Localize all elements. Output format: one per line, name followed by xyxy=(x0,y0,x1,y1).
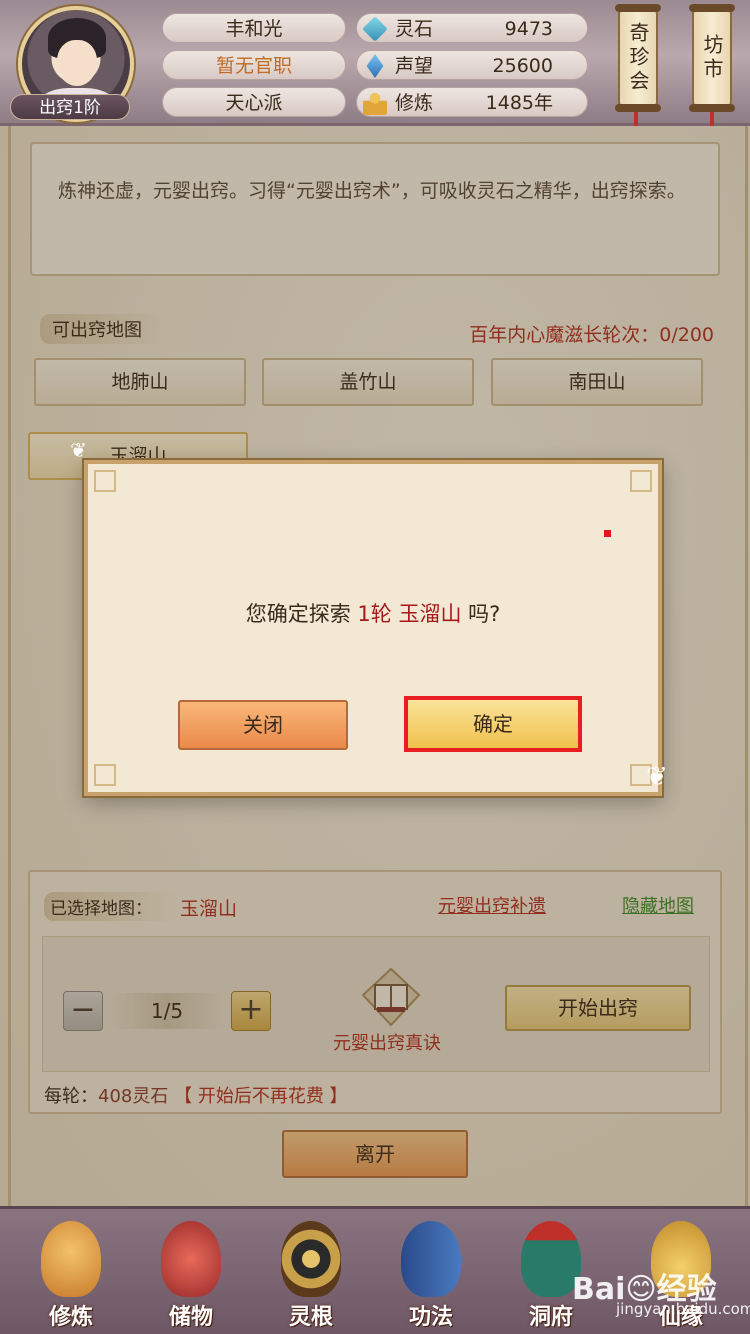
nav-cultivation[interactable]: 修炼 xyxy=(16,1219,126,1331)
resource-label: 灵石 xyxy=(395,18,434,40)
resource-reputation: 声望 25600 xyxy=(356,50,588,80)
cultivation-icon xyxy=(41,1221,101,1297)
nav-label: 储物 xyxy=(168,1305,213,1330)
msg-rounds: 1轮 xyxy=(357,602,392,626)
player-sect: 天心派 xyxy=(162,87,346,117)
confirm-dialog: 您确定探索 1轮 玉溜山 吗? 关闭 确定 xyxy=(84,460,662,796)
resource-label: 声望 xyxy=(395,55,434,77)
meditation-icon xyxy=(363,91,387,115)
red-marker xyxy=(604,530,611,537)
nav-storage[interactable]: 储物 xyxy=(136,1219,246,1331)
resource-value: 25600 xyxy=(492,55,553,77)
top-status-bar: 出窍1阶 丰和光 暂无官职 天心派 灵石 9473 声望 25600 修炼 14… xyxy=(0,0,750,140)
msg-map: 玉溜山 xyxy=(398,602,462,626)
msg-prefix: 您确定探索 xyxy=(245,602,351,626)
scroll-book-icon xyxy=(401,1221,461,1297)
resource-value: 9473 xyxy=(504,18,553,40)
butterfly-decoration: ❦ xyxy=(70,438,87,462)
dialog-message: 您确定探索 1轮 玉溜山 吗? xyxy=(88,598,658,628)
avatar-face xyxy=(57,40,97,86)
spirit-root-icon xyxy=(281,1221,341,1297)
dialog-corner xyxy=(630,470,652,492)
resource-label: 修炼 xyxy=(395,92,434,114)
nav-spirit-root[interactable]: 灵根 xyxy=(256,1219,366,1331)
player-name: 丰和光 xyxy=(162,13,346,43)
bag-icon xyxy=(161,1221,221,1297)
confirm-button[interactable]: 确定 xyxy=(404,696,582,752)
treasure-fair-button[interactable]: 奇珍会 xyxy=(615,4,661,112)
nav-techniques[interactable]: 功法 xyxy=(376,1219,486,1331)
nav-label: 修炼 xyxy=(48,1305,93,1330)
nav-label: 灵根 xyxy=(288,1305,333,1330)
close-button[interactable]: 关闭 xyxy=(178,700,348,750)
dialog-corner xyxy=(94,764,116,786)
resource-spirit-stone: 灵石 9473 xyxy=(356,13,588,43)
spirit-stone-icon xyxy=(362,16,388,42)
watermark-url: jingyan.baidu.com xyxy=(616,1300,750,1318)
rank-badge: 出窍1阶 xyxy=(10,94,130,120)
reputation-icon xyxy=(366,54,384,78)
resource-cultivation: 修炼 1485年 xyxy=(356,87,588,117)
official-title: 暂无官职 xyxy=(162,50,346,80)
nav-label: 功法 xyxy=(408,1305,453,1330)
dialog-corner xyxy=(94,470,116,492)
resource-value: 1485年 xyxy=(485,92,553,114)
msg-suffix: 吗? xyxy=(468,602,501,626)
market-button[interactable]: 坊市 xyxy=(689,4,735,112)
butterfly-decoration: ❦ xyxy=(646,762,668,792)
